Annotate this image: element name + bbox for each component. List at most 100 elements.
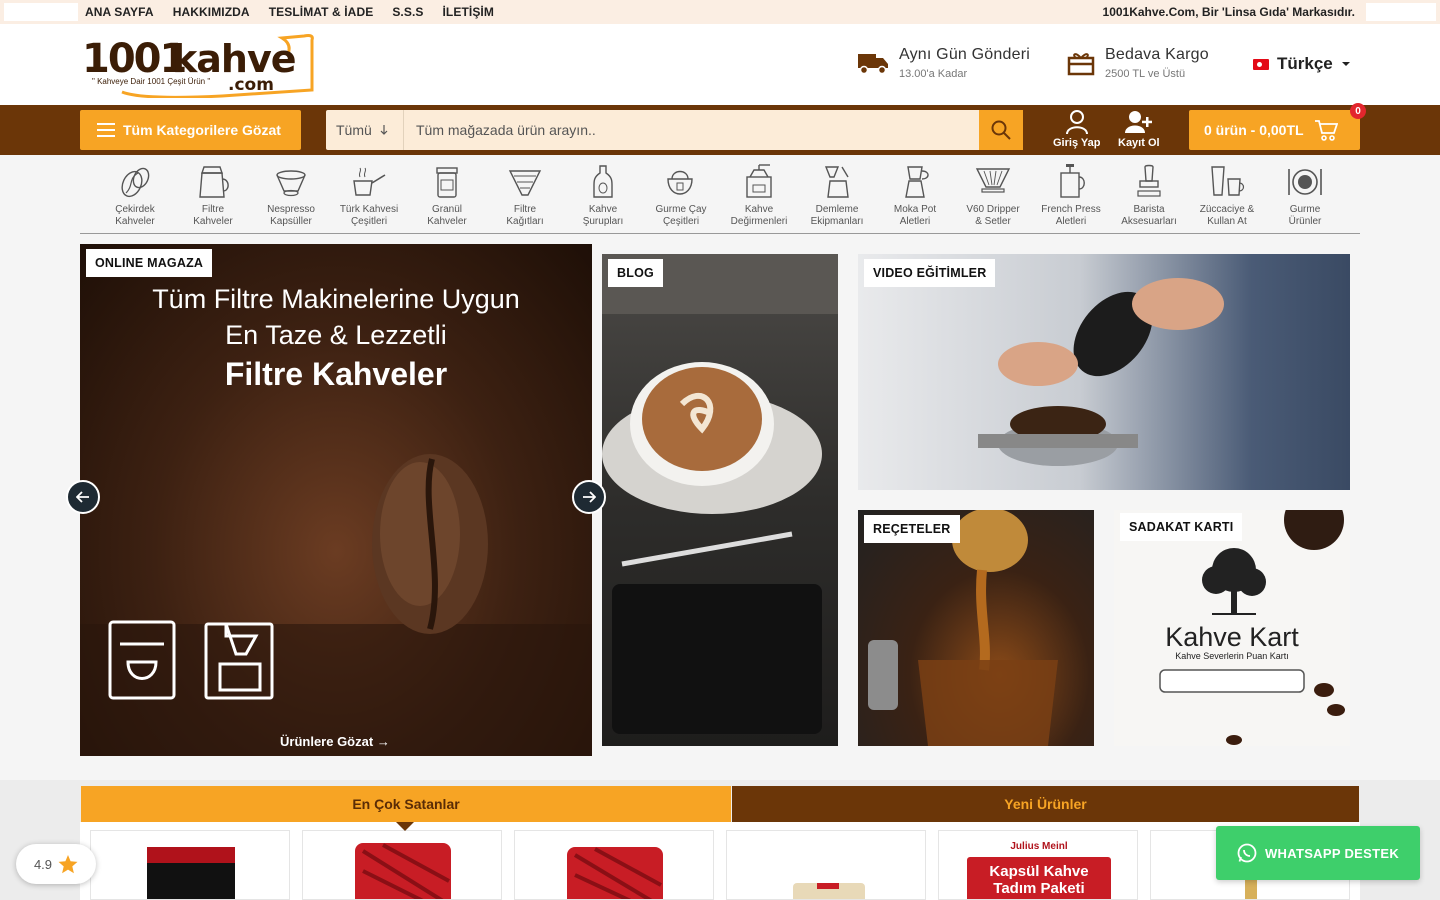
category-label: Filtre: [513, 204, 537, 215]
product-image: [567, 847, 663, 899]
cups-icon: [1211, 166, 1245, 196]
product-card[interactable]: [302, 830, 502, 900]
category-nespresso[interactable]: Nespresso Kapsüller: [252, 163, 330, 228]
blog-banner[interactable]: BLOG: [602, 254, 838, 746]
loyalty-tag: SADAKAT KARTI: [1120, 513, 1243, 541]
login-button[interactable]: Giriş Yap: [1053, 109, 1101, 149]
category-grinders[interactable]: Kahve Değirmenleri: [720, 163, 798, 228]
site-logo[interactable]: 1001 kahve " Kahveye Dair 1001 Çeşit Ürü…: [82, 32, 314, 99]
top-nav-contact[interactable]: İLETİŞİM: [443, 5, 494, 19]
top-nav-home[interactable]: ANA SAYFA: [85, 5, 154, 19]
tab-best-sellers[interactable]: En Çok Satanlar: [81, 786, 731, 822]
category-tableware[interactable]: Züccaciye & Kullan At: [1188, 163, 1266, 228]
top-nav-faq[interactable]: S.S.S: [392, 5, 423, 19]
feature-free-shipping: Bedava Kargo 2500 TL ve Üstü: [1067, 46, 1209, 80]
arrow-left-icon: [76, 491, 89, 503]
category-coffee-beans[interactable]: Çekirdek Kahveler: [96, 163, 174, 228]
category-french-press[interactable]: French Press Aletleri: [1032, 163, 1110, 228]
video-tamper-image: [978, 278, 1224, 466]
arrow-right-icon: [583, 491, 596, 503]
category-divider: [80, 233, 1360, 234]
filter-paper-icon: [508, 170, 542, 196]
blog-latte-image: [602, 254, 838, 734]
hero-tag: ONLINE MAGAZA: [86, 249, 213, 277]
moka-pot-icon: [905, 166, 929, 198]
hero-cta-link[interactable]: Ürünlere Gözat →: [280, 734, 390, 749]
product-title: Kapsül Kahve Tadım Paketi: [967, 857, 1111, 899]
whatsapp-support-button[interactable]: WHATSAPP DESTEK: [1216, 826, 1420, 880]
tamper-icon: [1137, 164, 1161, 197]
category-syrups[interactable]: Kahve Şurupları: [564, 163, 642, 228]
recipes-banner[interactable]: REÇETELER: [858, 510, 1094, 746]
rating-widget[interactable]: 4.9: [16, 844, 96, 884]
category-label: Kullan At: [1207, 216, 1247, 227]
category-label: French Press: [1041, 204, 1101, 215]
category-label: Züccaciye &: [1199, 204, 1255, 215]
category-label: Gurme Çay: [655, 204, 707, 215]
hero-line-1: Tüm Filtre Makinelerine Uygun: [152, 284, 520, 314]
product-card[interactable]: Julius Meinl Kapsül Kahve Tadım Paketi: [938, 830, 1138, 900]
feature-same-day: Aynı Gün Gönderi 13.00'a Kadar: [857, 46, 1030, 80]
search-input[interactable]: [404, 110, 979, 150]
coffee-pot-icon: [199, 166, 229, 198]
logo-slogan: " Kahveye Dair 1001 Çeşit Ürün ": [92, 77, 210, 86]
category-gourmet[interactable]: Gurme Ürünler: [1266, 163, 1344, 228]
user-add-icon: [1124, 111, 1152, 133]
turkey-flag-icon: [1253, 58, 1269, 70]
cart-button[interactable]: 0 ürün - 0,00TL: [1189, 110, 1360, 150]
category-label: Demleme: [815, 204, 859, 215]
category-instant-coffee[interactable]: Granül Kahveler: [408, 163, 486, 228]
category-gourmet-tea[interactable]: Gurme Çay Çeşitleri: [642, 163, 720, 228]
category-barista[interactable]: Barista Aksesuarları: [1110, 163, 1188, 228]
top-nav-about[interactable]: HAKKIMIZDA: [173, 5, 250, 19]
category-label: Değirmenleri: [730, 216, 788, 227]
logo-graphic: 1001 kahve " Kahveye Dair 1001 Çeşit Ürü…: [82, 34, 314, 99]
feature-title: Aynı Gün Gönderi: [899, 46, 1030, 63]
product-image: [147, 847, 235, 899]
instant-coffee-icon: [436, 167, 458, 198]
product-brand: Julius Meinl: [1010, 841, 1068, 852]
top-nav-delivery[interactable]: TESLİMAT & İADE: [269, 5, 374, 19]
category-label: Kahve: [588, 204, 618, 215]
truck-icon: [858, 54, 888, 75]
category-filter-papers[interactable]: Filtre Kağıtları: [486, 163, 564, 228]
whatsapp-label: WHATSAPP DESTEK: [1264, 845, 1400, 861]
category-v60[interactable]: V60 Dripper & Setler: [954, 163, 1032, 228]
product-card[interactable]: [514, 830, 714, 900]
category-label: Türk Kahvesi: [339, 204, 399, 215]
product-card[interactable]: [90, 830, 290, 900]
feature-title: Bedava Kargo: [1105, 46, 1209, 63]
slider-next-button[interactable]: [572, 480, 606, 514]
hero-banner[interactable]: ONLINE MAGAZA Tüm Filtre Makinelerine Uy…: [80, 244, 592, 756]
top-nav: ANA SAYFA HAKKIMIZDA TESLİMAT & İADE S.S…: [85, 5, 494, 19]
language-selector[interactable]: Türkçe: [1253, 54, 1351, 74]
video-tag: VIDEO EĞİTİMLER: [864, 259, 996, 287]
search-select-label: Tümü: [336, 122, 372, 138]
slider-prev-button[interactable]: [66, 480, 100, 514]
hero-line-3: Filtre Kahveler: [224, 356, 448, 392]
category-label: Kahveler: [115, 216, 155, 227]
all-categories-button[interactable]: Tüm Kategorilere Gözat: [80, 110, 301, 150]
main-nav-bar: Tüm Kategorilere Gözat Tümü Giriş Yap Ka…: [0, 105, 1440, 155]
whatsapp-icon: [1237, 843, 1257, 863]
register-button[interactable]: Kayıt Ol: [1118, 109, 1160, 149]
category-moka-pot[interactable]: Moka Pot Aletleri: [876, 163, 954, 228]
category-filter-coffee[interactable]: Filtre Kahveler: [174, 163, 252, 228]
video-banner[interactable]: VIDEO EĞİTİMLER: [858, 254, 1350, 490]
tab-new-products[interactable]: Yeni Ürünler: [732, 786, 1359, 822]
arrow-down-icon: [380, 125, 388, 135]
category-label: Filtre: [201, 204, 225, 215]
loyalty-banner[interactable]: SADAKAT KARTI Kahve Kart Kahve Severleri…: [1114, 510, 1350, 746]
search-button[interactable]: [979, 110, 1023, 150]
search-bar: Tümü: [326, 110, 1023, 150]
category-turkish-coffee[interactable]: Türk Kahvesi Çeşitleri: [330, 163, 408, 228]
syrup-bottle-icon: [593, 165, 613, 198]
hamburger-icon: [97, 123, 115, 137]
category-brewing-equipment[interactable]: Demleme Ekipmanları: [798, 163, 876, 228]
product-card[interactable]: [726, 830, 926, 900]
search-category-select[interactable]: Tümü: [326, 110, 404, 150]
grinder-icon: [746, 164, 772, 198]
brand-notice: 1001Kahve.Com, Bir 'Linsa Gıda' Markasıd…: [1102, 5, 1355, 19]
category-label: Kahveler: [427, 216, 467, 227]
product-image: [793, 883, 865, 899]
